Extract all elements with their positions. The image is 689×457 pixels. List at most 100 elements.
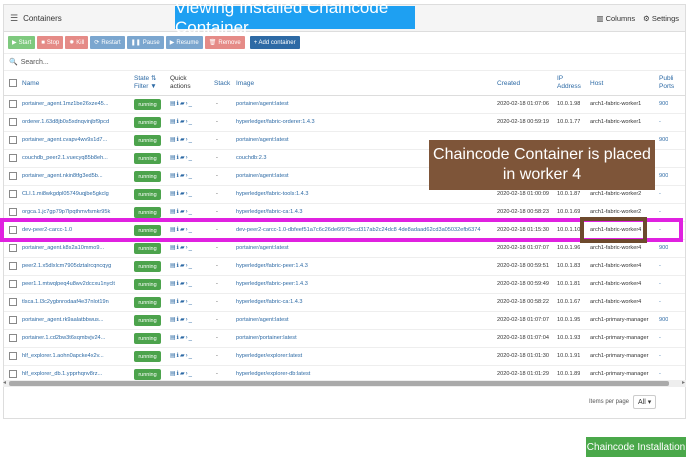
row-checkbox[interactable] (9, 136, 17, 144)
file-icon[interactable]: ▤ (170, 371, 177, 377)
container-name-link[interactable]: portainer.1.cd2bw3t6sqmbvjv24... (22, 335, 130, 341)
row-checkbox[interactable] (9, 208, 17, 216)
console-icon[interactable]: ›_ (186, 173, 193, 179)
image-link[interactable]: dev-peer2-carcc-1.0-dbfeef51a7c6c26de6f9… (236, 227, 492, 233)
container-name-link[interactable]: orderer.1.63d8jb0s5xdnqvinjbf9pcd (22, 119, 130, 125)
container-name-link[interactable]: peer2.1.x5dlxlcm7905dztalrcqncqyg (22, 263, 130, 269)
col-stack[interactable]: Stack (214, 80, 230, 88)
image-link[interactable]: portainer/agent:latest (236, 245, 492, 251)
container-name-link[interactable]: portainer_agent.k8s2a10mmo9... (22, 245, 130, 251)
row-checkbox[interactable] (9, 334, 17, 342)
col-published-ports[interactable]: Publi Ports (659, 75, 674, 91)
file-icon[interactable]: ▤ (170, 227, 177, 233)
image-link[interactable]: hyperledger/fabric-peer:1.4.3 (236, 281, 492, 287)
ports-cell[interactable]: 900 (659, 245, 668, 251)
image-link[interactable]: hyperledger/fabric-orderer:1.4.3 (236, 119, 492, 125)
image-link[interactable]: hyperledger/explorer:latest (236, 353, 492, 359)
row-checkbox[interactable] (9, 100, 17, 108)
file-icon[interactable]: ▤ (170, 101, 177, 107)
console-icon[interactable]: ›_ (186, 191, 193, 197)
col-name[interactable]: Name (22, 80, 39, 88)
console-icon[interactable]: ›_ (186, 209, 193, 215)
container-name-link[interactable]: hlf_explorer.1.aohn0apcke4x2v... (22, 353, 130, 359)
ports-cell[interactable]: 900 (659, 317, 668, 323)
row-checkbox[interactable] (9, 172, 17, 180)
file-icon[interactable]: ▤ (170, 245, 177, 251)
kill-button[interactable]: ✹ Kill (65, 36, 89, 49)
container-name-link[interactable]: orgca.1.jc7gp79p7lpqthmvfsmkr95k (22, 209, 130, 215)
row-checkbox[interactable] (9, 352, 17, 360)
stop-button[interactable]: ■ Stop (37, 36, 64, 49)
console-icon[interactable]: ›_ (186, 119, 193, 125)
pause-button[interactable]: ❚❚ Pause (126, 36, 164, 49)
file-icon[interactable]: ▤ (170, 119, 177, 125)
restart-button[interactable]: ⟳ Restart (90, 36, 125, 49)
settings-button[interactable]: ⚙ Settings (643, 14, 679, 23)
container-name-link[interactable]: hlf_explorer_db.1.ypprhqnv8rz... (22, 371, 130, 377)
file-icon[interactable]: ▤ (170, 137, 177, 143)
file-icon[interactable]: ▤ (170, 155, 177, 161)
col-host[interactable]: Host (590, 80, 603, 88)
file-icon[interactable]: ▤ (170, 281, 177, 287)
file-icon[interactable]: ▤ (170, 191, 177, 197)
row-checkbox[interactable] (9, 298, 17, 306)
image-link[interactable]: hyperledger/explorer-db:latest (236, 371, 492, 377)
scrollbar-thumb[interactable] (9, 381, 669, 386)
image-link[interactable]: hyperledger/fabric-peer:1.4.3 (236, 263, 492, 269)
items-per-page-select[interactable]: All ▾ (633, 395, 657, 409)
console-icon[interactable]: ›_ (186, 263, 193, 269)
container-name-link[interactable]: dev-peer2-carcc-1.0 (22, 227, 130, 233)
console-icon[interactable]: ›_ (186, 335, 193, 341)
row-checkbox[interactable] (9, 244, 17, 252)
file-icon[interactable]: ▤ (170, 299, 177, 305)
console-icon[interactable]: ›_ (186, 101, 193, 107)
search-input[interactable]: Search... (21, 59, 49, 66)
image-link[interactable]: hyperledger/fabric-ca:1.4.3 (236, 209, 492, 215)
file-icon[interactable]: ▤ (170, 263, 177, 269)
container-name-link[interactable]: couchdb_peer2.1.vuecyq85b8eh... (22, 155, 130, 161)
start-button[interactable]: ▶ Start (8, 36, 36, 49)
horizontal-scrollbar[interactable]: ◂ ▸ (3, 380, 686, 387)
row-checkbox[interactable] (9, 226, 17, 234)
ports-cell[interactable]: 900 (659, 173, 668, 179)
container-name-link[interactable]: portainer_agent.1mz1be26xze45... (22, 101, 130, 107)
row-checkbox[interactable] (9, 118, 17, 126)
remove-button[interactable]: 🗑 Remove (204, 36, 245, 49)
container-name-link[interactable]: portainer_agent.rk9aalatbbwus... (22, 317, 130, 323)
image-link[interactable]: hyperledger/fabric-tools:1.4.3 (236, 191, 492, 197)
row-checkbox[interactable] (9, 370, 17, 378)
row-checkbox[interactable] (9, 154, 17, 162)
image-link[interactable]: portainer/agent:latest (236, 317, 492, 323)
file-icon[interactable]: ▤ (170, 335, 177, 341)
col-state[interactable]: State ⇅ Filter ▼ (134, 75, 157, 91)
file-icon[interactable]: ▤ (170, 173, 177, 179)
row-checkbox[interactable] (9, 190, 17, 198)
container-name-link[interactable]: portainer_agent.nkin8tfg3ed5b... (22, 173, 130, 179)
container-name-link[interactable]: peer1.1.mtwqlpeq4u8wv2dccxu1nyclt (22, 281, 130, 287)
scroll-right-icon[interactable]: ▸ (682, 379, 685, 386)
console-icon[interactable]: ›_ (186, 137, 193, 143)
image-link[interactable]: portainer/agent:latest (236, 101, 492, 107)
file-icon[interactable]: ▤ (170, 353, 177, 359)
row-checkbox[interactable] (9, 316, 17, 324)
row-checkbox[interactable] (9, 262, 17, 270)
add-container-button[interactable]: + Add container (249, 36, 300, 49)
console-icon[interactable]: ›_ (186, 155, 193, 161)
file-icon[interactable]: ▤ (170, 317, 177, 323)
image-link[interactable]: portainer/portainer:latest (236, 335, 492, 341)
console-icon[interactable]: ›_ (186, 281, 193, 287)
col-ip-address[interactable]: IP Address (557, 75, 581, 91)
container-name-link[interactable]: portainer_agent.cvapv4wv9s1d7... (22, 137, 130, 143)
row-checkbox[interactable] (9, 280, 17, 288)
col-created[interactable]: Created (497, 80, 520, 88)
console-icon[interactable]: ›_ (186, 353, 193, 359)
select-all-checkbox[interactable] (9, 79, 17, 87)
columns-button[interactable]: ▥ Columns (596, 14, 635, 23)
console-icon[interactable]: ›_ (186, 371, 193, 377)
console-icon[interactable]: ›_ (186, 227, 193, 233)
scroll-left-icon[interactable]: ◂ (3, 379, 6, 386)
ports-cell[interactable]: 900 (659, 137, 668, 143)
col-image[interactable]: Image (236, 80, 254, 88)
console-icon[interactable]: ›_ (186, 245, 193, 251)
image-link[interactable]: hyperledger/fabric-ca:1.4.3 (236, 299, 492, 305)
